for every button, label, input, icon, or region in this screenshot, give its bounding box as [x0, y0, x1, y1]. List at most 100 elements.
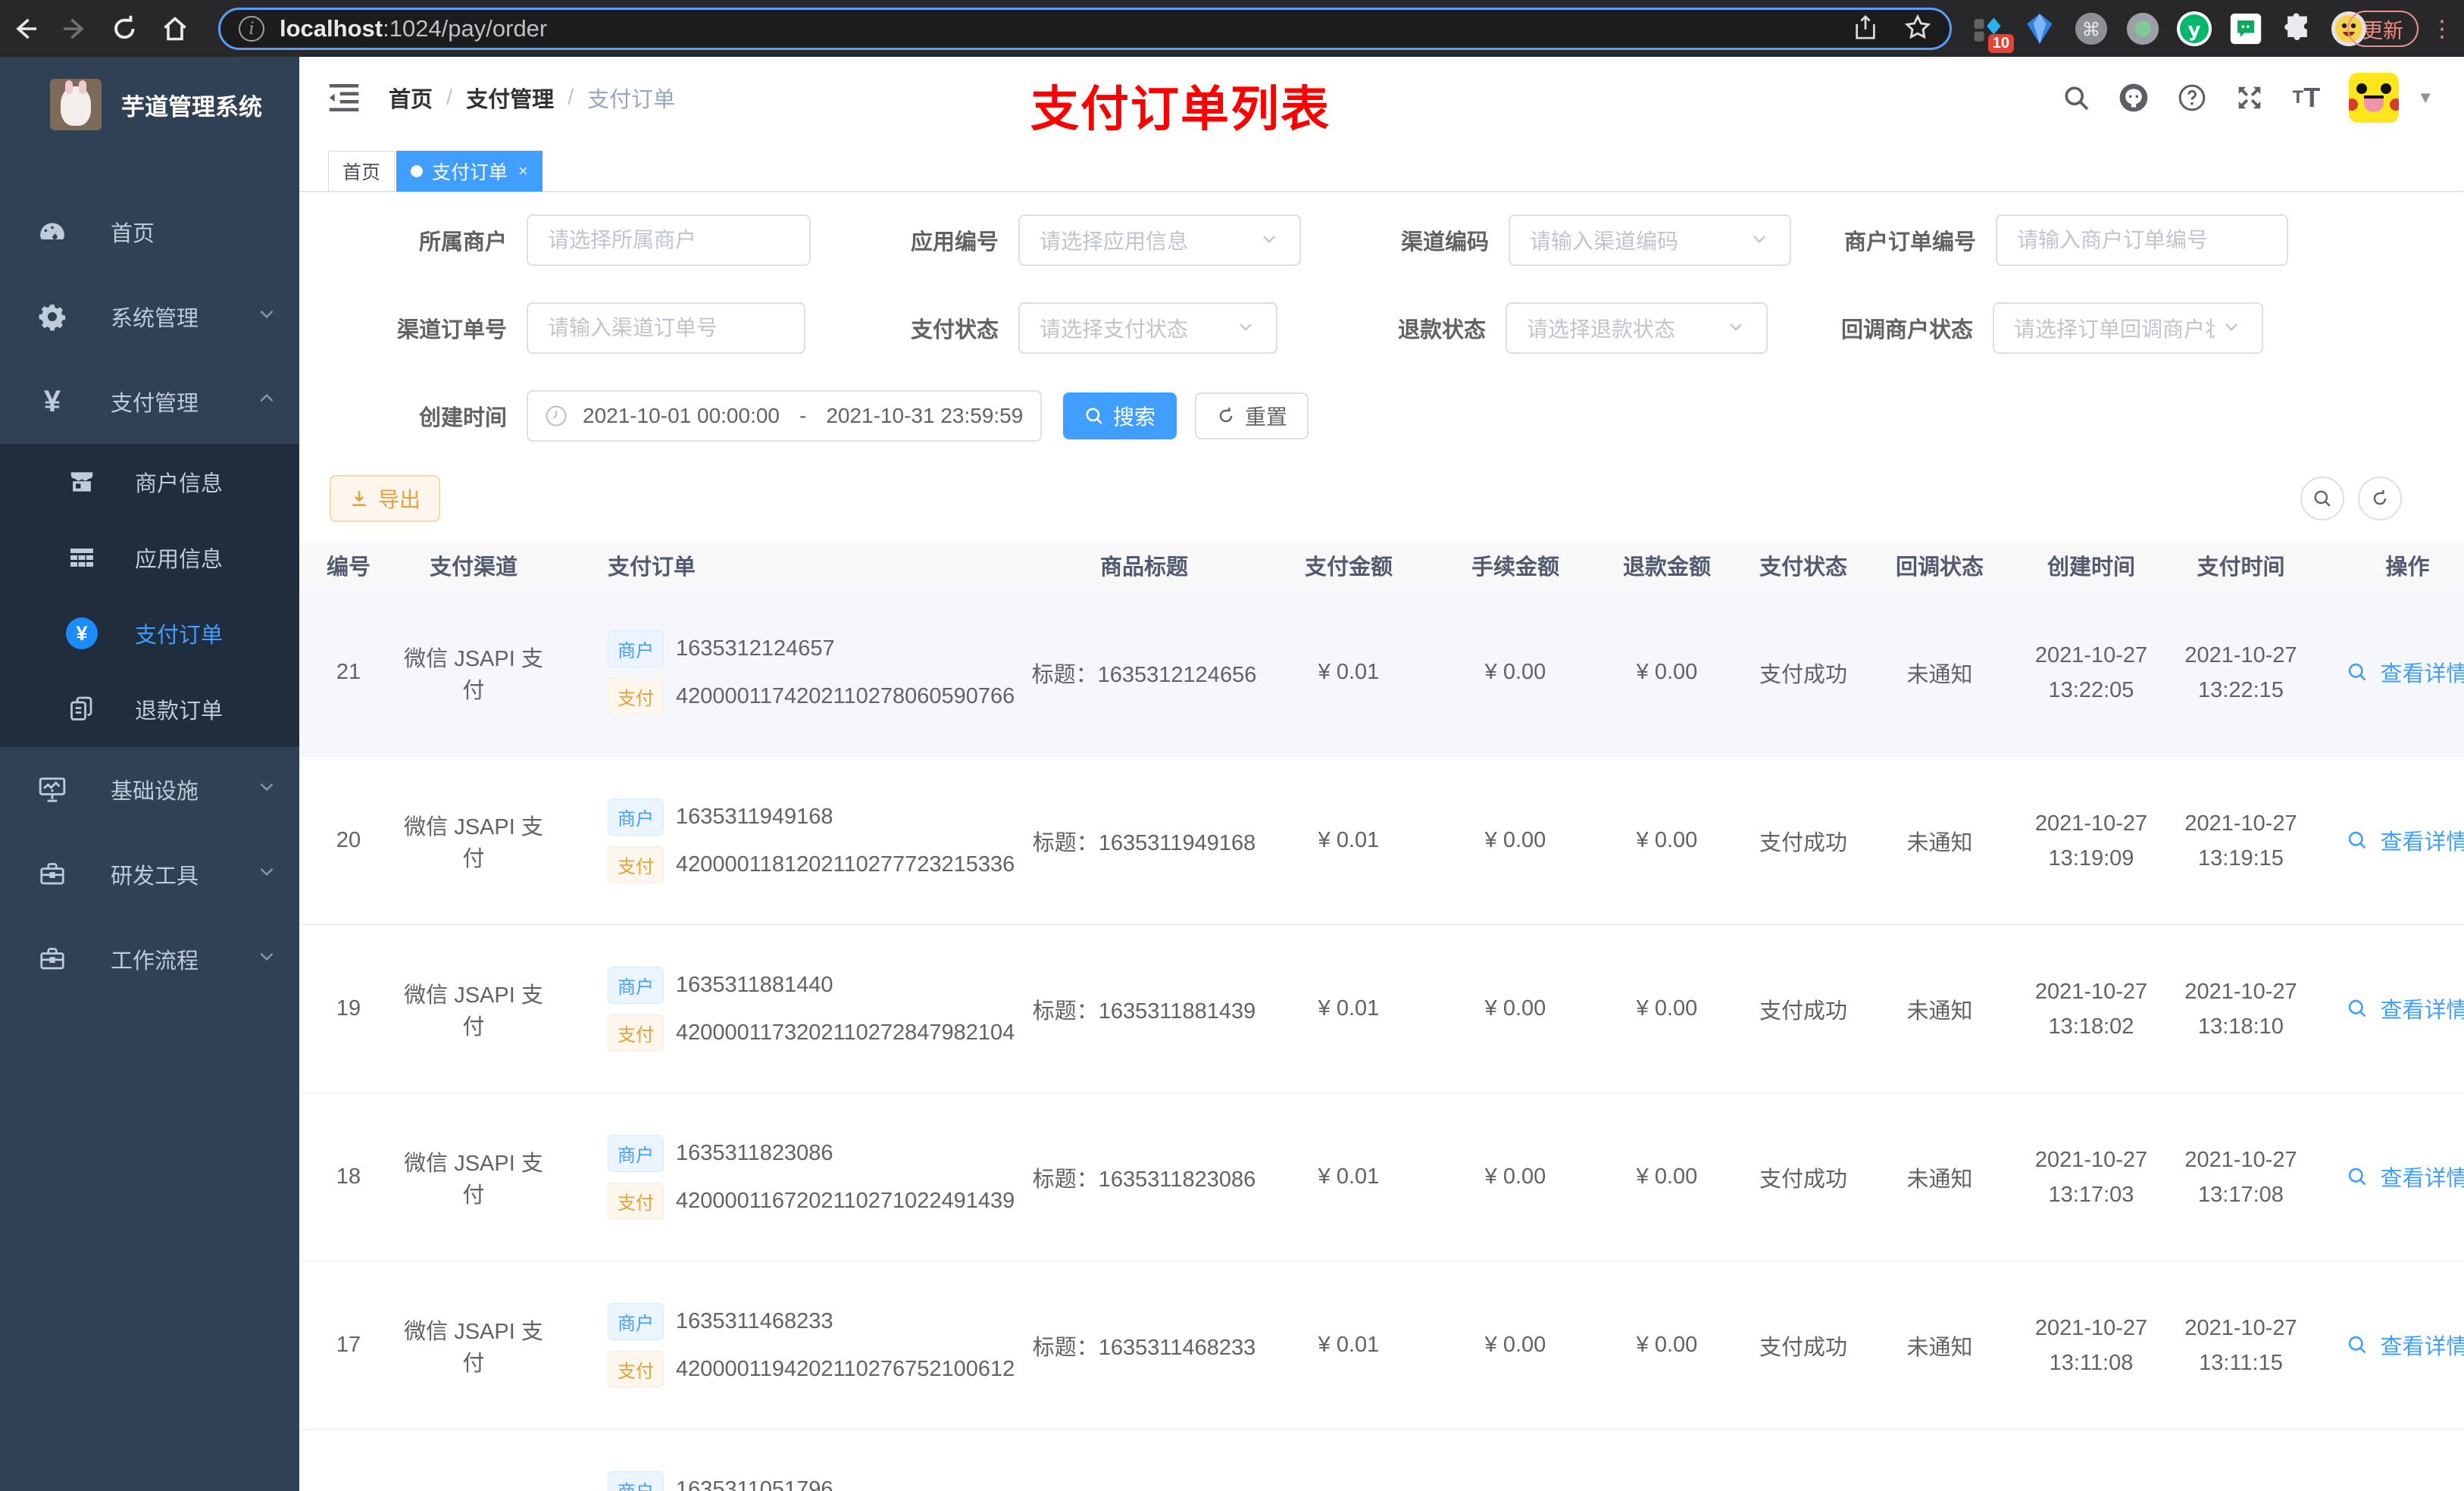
gem-icon[interactable]: [2022, 11, 2058, 47]
breadcrumb-pay-manage[interactable]: 支付管理: [466, 82, 554, 114]
yen-icon: ¥: [43, 384, 61, 418]
view-detail-link[interactable]: 查看详情: [2347, 1161, 2464, 1192]
browser-back-icon[interactable]: [0, 4, 50, 54]
refresh-table-button[interactable]: [2358, 477, 2402, 520]
pay-badge: 支付: [608, 1014, 664, 1052]
sidebar-item-8[interactable]: 研发工具: [0, 832, 299, 917]
command-icon[interactable]: ⌘: [2073, 11, 2109, 47]
filter-item-应用编号: 应用编号 请选择应用信息: [811, 214, 1301, 266]
toggle-search-button[interactable]: [2300, 477, 2344, 520]
bookmark-star-icon[interactable]: [1904, 14, 1931, 45]
cell-amount: ¥ 0.01: [1318, 1333, 1380, 1357]
update-button[interactable]: 更新: [2347, 11, 2419, 47]
puzzle-icon[interactable]: [2279, 11, 2315, 47]
filter-input[interactable]: [527, 302, 805, 354]
export-button[interactable]: 导出: [330, 475, 441, 522]
sidebar-item-7[interactable]: 基础设施: [0, 747, 299, 832]
col-header-channel: 支付渠道: [429, 555, 518, 580]
filter-select[interactable]: 请选择支付状态: [1018, 302, 1277, 354]
fullscreen-icon[interactable]: [2235, 83, 2264, 112]
sidebar-item-9[interactable]: 工作流程: [0, 917, 299, 1002]
filter-label-create-time: 创建时间: [418, 406, 507, 430]
merchant-badge: 商户: [608, 1134, 664, 1172]
pay-badge: 支付: [608, 1182, 664, 1220]
cell-fee: ¥ 0.00: [1484, 1164, 1546, 1189]
cell-fee: ¥ 0.00: [1484, 1333, 1546, 1357]
sidebar-item-6[interactable]: 退款订单: [0, 671, 299, 747]
sidebar-toggle-icon[interactable]: [328, 83, 360, 113]
app-logo-row[interactable]: 芋道管理系统: [0, 57, 299, 140]
view-detail-link[interactable]: 查看详情: [2347, 824, 2464, 856]
table-row: 17 微信 JSAPI 支付 商户 1635311468233 支付 4200001194…: [299, 1261, 2464, 1430]
cell-id: 18: [336, 1164, 361, 1189]
view-detail-link[interactable]: 查看详情: [2347, 1329, 2464, 1361]
cell-title: 标题：1635311881439: [1032, 999, 1256, 1024]
pinned-ext-icon[interactable]: 10: [1970, 11, 2014, 53]
merchant-badge: 商户: [608, 966, 664, 1004]
browser-home-icon[interactable]: [150, 4, 200, 54]
col-header-fee: 手续金额: [1471, 555, 1559, 580]
font-size-icon[interactable]: TT: [2293, 82, 2321, 114]
cell-pay-time: 2021-10-27 13:19:15: [2184, 811, 2297, 871]
yuque-icon[interactable]: y: [2176, 11, 2212, 47]
col-header-notify: 回调状态: [1895, 555, 1984, 580]
cell-refund: ¥ 0.00: [1636, 1164, 1698, 1189]
reset-button[interactable]: 重置: [1195, 392, 1309, 439]
search-icon[interactable]: [2062, 84, 2090, 111]
chevron-down-icon: [257, 777, 277, 802]
cell-pay-time: 2021-10-27 13:22:15: [2184, 642, 2297, 702]
col-header-paystatus: 支付状态: [1759, 555, 1847, 580]
browser-refresh-icon[interactable]: [100, 4, 150, 54]
svg-text:y: y: [2188, 19, 2201, 42]
cell-notify-status: 未通知: [1906, 830, 1973, 855]
sidebar-item-1[interactable]: 系统管理: [0, 274, 299, 359]
filter-input[interactable]: [527, 214, 811, 266]
cell-pay-time: 2021-10-27 13:17:08: [2184, 1147, 2297, 1207]
share-icon[interactable]: [1853, 14, 1878, 44]
sidebar-item-5-active[interactable]: ¥ 支付订单: [0, 595, 299, 671]
col-header-amount: 支付金额: [1304, 555, 1393, 580]
filter-select[interactable]: 请输入渠道编码: [1509, 214, 1791, 266]
filter-select[interactable]: 请选择退款状态: [1506, 302, 1768, 354]
github-icon[interactable]: [2118, 83, 2149, 113]
url-domain: localhost: [280, 15, 383, 42]
col-header-refund: 退款金额: [1622, 555, 1711, 580]
help-icon[interactable]: [2178, 83, 2206, 112]
address-bar[interactable]: i localhost :1024/pay/order: [218, 8, 1952, 50]
pay-badge: 支付: [608, 846, 664, 883]
chat-icon[interactable]: [2228, 11, 2264, 47]
filter-select[interactable]: 请选择订单回调商户状态: [1993, 302, 2263, 354]
tab-home[interactable]: 首页: [328, 151, 396, 192]
search-button[interactable]: 搜索: [1063, 392, 1177, 439]
browser-forward-icon[interactable]: [50, 4, 100, 54]
record-icon[interactable]: [2125, 11, 2161, 47]
filter-select[interactable]: 请选择应用信息: [1018, 214, 1301, 266]
cell-channel: 微信 JSAPI 支付: [404, 983, 543, 1039]
briefcase-icon: [35, 942, 70, 977]
top-navbar: 首页 / 支付管理 / 支付订单 支付订单列表 TT ▼: [299, 57, 2464, 139]
sidebar-item-2[interactable]: ¥ 支付管理: [0, 359, 299, 444]
tab-pay-order[interactable]: 支付订单 ×: [396, 151, 543, 192]
browser-menu-icon[interactable]: ⋮: [2431, 11, 2453, 47]
filter-item-所属商户: 所属商户: [314, 214, 811, 266]
cell-create-time: 2021-10-27 13:11:08: [2034, 1315, 2148, 1375]
sidebar-item-4[interactable]: 应用信息: [0, 520, 299, 595]
sidebar: 芋道管理系统 首页 系统管理 ¥ 支付管理 商户信息 应用信息 ¥ 支付订单 退款订单 基础设施研…: [0, 57, 299, 1491]
breadcrumb-home[interactable]: 首页: [389, 82, 433, 114]
table-row: 20 微信 JSAPI 支付 商户 1635311949168 支付 4200001181…: [299, 757, 2464, 925]
cell-title: 标题：1635311823086: [1032, 1167, 1256, 1192]
create-time-range-input[interactable]: 2021-10-01 00:00:00 - 2021-10-31 23:59:5…: [527, 390, 1042, 442]
sidebar-item-0[interactable]: 首页: [0, 189, 299, 274]
view-detail-link[interactable]: 查看详情: [2347, 992, 2464, 1024]
avatar-caret-icon[interactable]: ▼: [2417, 88, 2434, 108]
filter-input[interactable]: [1996, 214, 2288, 266]
browser-chrome: i localhost :1024/pay/order 10 ⌘ y 更新 ⋮: [0, 0, 2464, 57]
sidebar-item-3[interactable]: 商户信息: [0, 444, 299, 520]
view-detail-link[interactable]: 查看详情: [2347, 656, 2464, 688]
site-info-icon[interactable]: i: [239, 16, 264, 42]
merchant-badge: 商户: [608, 798, 664, 836]
magnifier-icon: [2347, 998, 2374, 1019]
tab-close-icon[interactable]: ×: [518, 161, 528, 181]
avatar[interactable]: [2349, 73, 2400, 123]
cell-create-time: 2021-10-27 13:22:05: [2034, 642, 2148, 702]
